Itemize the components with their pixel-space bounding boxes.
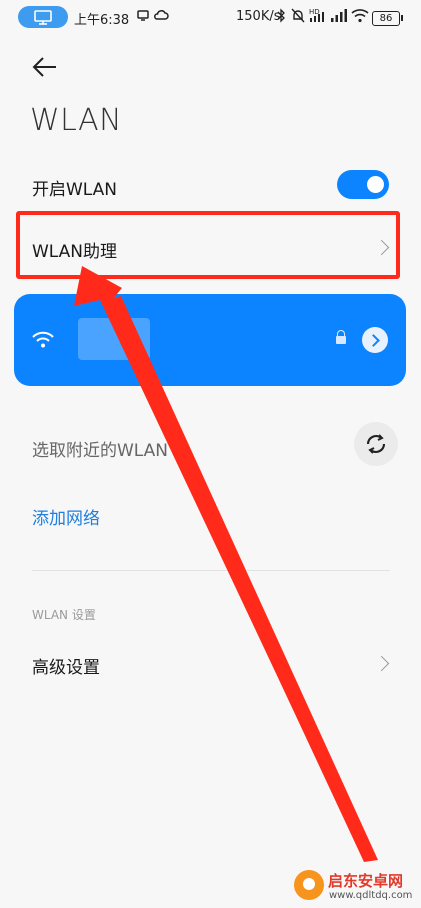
- network-name-redacted: [78, 318, 150, 360]
- toggle-knob: [367, 176, 384, 193]
- refresh-icon: [366, 434, 386, 454]
- signal-icon: [330, 8, 348, 27]
- watermark-title: 启东安卓网: [328, 872, 404, 890]
- wifi-status-icon: [351, 8, 369, 27]
- status-bar: 上午6:38 150K/s HD 86: [0, 0, 421, 36]
- chat-notification-icon: [136, 8, 150, 26]
- network-details-button[interactable]: [362, 327, 388, 353]
- page-title: WLAN: [30, 103, 123, 138]
- status-time: 上午6:38: [74, 13, 130, 28]
- enable-wlan-label: 开启WLAN: [32, 180, 118, 200]
- add-network-link[interactable]: 添加网络: [32, 504, 100, 529]
- connected-wifi-card[interactable]: [14, 294, 406, 386]
- chevron-right-icon: [373, 655, 390, 672]
- annotation-highlight-box: [16, 211, 400, 279]
- divider: [32, 570, 390, 571]
- section-label-wlan-settings: WLAN 设置: [32, 608, 96, 622]
- lock-icon: [336, 330, 346, 344]
- mute-bell-icon: [291, 8, 305, 27]
- screen-cast-icon: [18, 6, 68, 28]
- wifi-icon: [32, 331, 54, 348]
- network-speed: 150K/s: [236, 9, 281, 24]
- wlan-toggle[interactable]: [337, 170, 389, 199]
- watermark-logo-icon: [294, 870, 324, 900]
- nearby-wlan-label: 选取附近的WLAN: [32, 441, 169, 461]
- cloud-icon: [153, 8, 169, 26]
- advanced-settings-label: 高级设置: [32, 658, 100, 678]
- hd-signal-icon: HD: [309, 7, 327, 27]
- watermark: 启东安卓网 www.qdltdq.com: [292, 868, 418, 904]
- watermark-url: www.qdltdq.com: [329, 890, 413, 901]
- bluetooth-icon: [276, 8, 286, 27]
- refresh-button[interactable]: [354, 422, 398, 466]
- back-arrow-icon: [32, 57, 56, 77]
- battery-indicator: 86: [372, 11, 403, 26]
- back-button[interactable]: [28, 52, 62, 82]
